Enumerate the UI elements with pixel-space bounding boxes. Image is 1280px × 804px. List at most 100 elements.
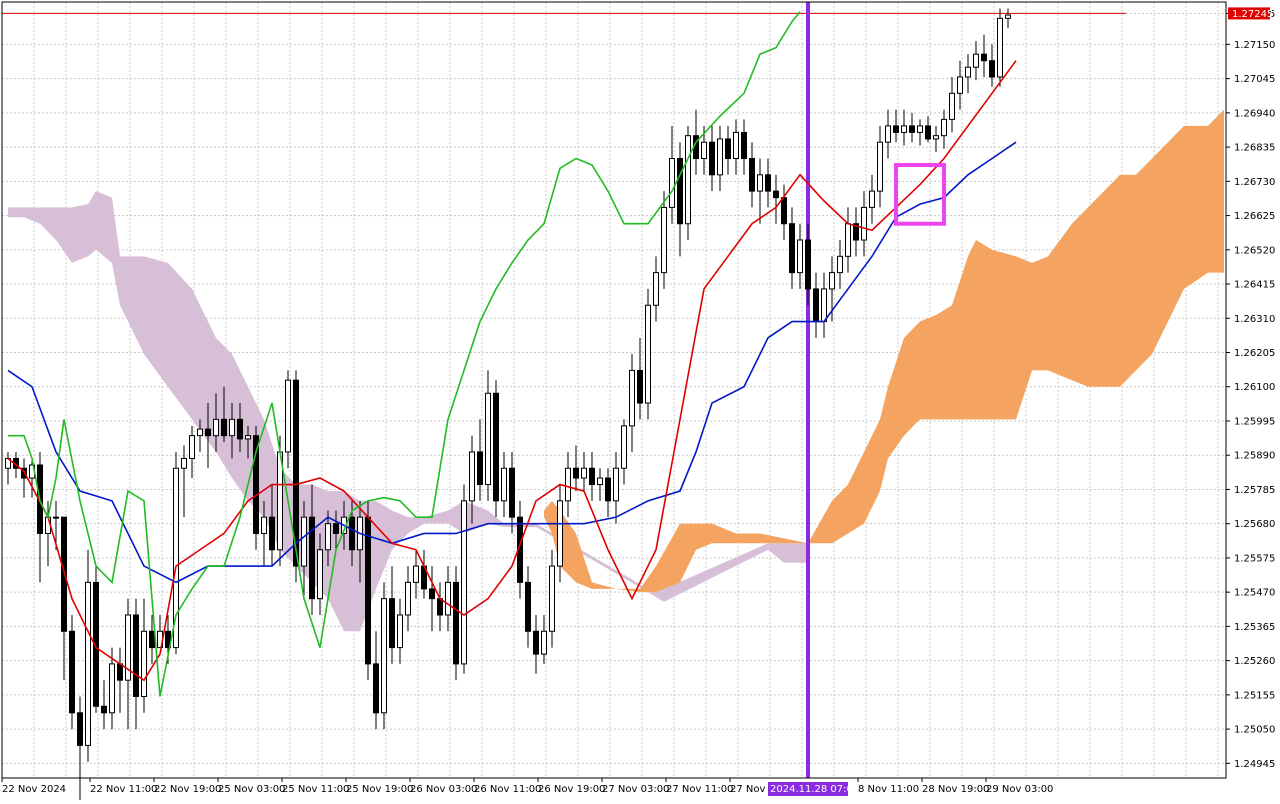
time-tick-label: 22 Nov 11:00 bbox=[90, 784, 157, 795]
price-tick-label: 1.25155 bbox=[1234, 690, 1275, 701]
candle-body-bullish bbox=[885, 125, 891, 143]
candle bbox=[453, 566, 459, 681]
candle bbox=[949, 76, 955, 133]
candle-body-bullish bbox=[965, 66, 971, 78]
price-tick-label: 1.27150 bbox=[1234, 40, 1275, 51]
time-tick-label: 27 Nov 11:00 bbox=[666, 784, 733, 795]
time-axis: 22 Nov 2024 22 Nov 11:0022 Nov 19:0025 No… bbox=[1, 778, 1053, 796]
candle bbox=[629, 354, 635, 452]
candle bbox=[437, 582, 443, 632]
candle bbox=[493, 380, 499, 518]
candle bbox=[653, 256, 659, 322]
time-tick-label: 28 Nov 19:00 bbox=[922, 784, 989, 795]
candle-body-bullish bbox=[413, 565, 419, 583]
candle-body-bullish bbox=[381, 598, 387, 714]
candle-body-bearish bbox=[893, 125, 899, 133]
candle bbox=[757, 158, 763, 224]
candle bbox=[877, 125, 883, 208]
price-tick-label: 1.27045 bbox=[1234, 74, 1275, 85]
candle-body-bearish bbox=[789, 223, 795, 274]
time-tick-label: 26 Nov 19:00 bbox=[538, 784, 605, 795]
candle bbox=[93, 566, 99, 713]
time-tick-label: 26 Nov 11:00 bbox=[474, 784, 541, 795]
candle-body-bullish bbox=[829, 272, 835, 290]
candle bbox=[37, 451, 43, 583]
candle-body-bullish bbox=[141, 630, 147, 697]
candle bbox=[973, 41, 979, 81]
vertical-line-label: 2024.11.28 07:00 bbox=[770, 784, 859, 795]
candle-body-bearish bbox=[77, 712, 83, 746]
candle-body-bullish bbox=[845, 223, 851, 257]
ichimoku-chart[interactable]: 1.27245 1.27150 1.27045 1.26940 1.26835 1.267… bbox=[0, 0, 1280, 804]
candle bbox=[773, 174, 779, 224]
candle-body-bearish bbox=[389, 598, 395, 649]
candle bbox=[381, 582, 387, 730]
candle bbox=[549, 549, 555, 648]
candle-body-bullish bbox=[645, 304, 651, 404]
price-tick-label: 1.26940 bbox=[1234, 108, 1275, 119]
candle-body-bearish bbox=[989, 60, 995, 78]
candle-body-bullish bbox=[877, 141, 883, 192]
highlight-rectangle[interactable] bbox=[894, 163, 946, 226]
highlight-layer bbox=[894, 163, 946, 226]
candle bbox=[373, 631, 379, 730]
candle-body-bullish bbox=[285, 379, 291, 453]
candle-body-bearish bbox=[605, 477, 611, 502]
candle-body-bullish bbox=[229, 418, 235, 437]
candle bbox=[285, 370, 291, 469]
candle-body-bullish bbox=[197, 428, 203, 437]
candle-body-bearish bbox=[709, 141, 715, 176]
candle bbox=[813, 272, 819, 338]
candle-body-bullish bbox=[797, 239, 803, 274]
chart-canvas[interactable]: 1.27245 1.27150 1.27045 1.26940 1.26835 1.267… bbox=[0, 0, 1280, 804]
candle bbox=[597, 468, 603, 501]
candle-body-bullish bbox=[581, 467, 587, 479]
time-tick-label: 25 Nov 19:00 bbox=[346, 784, 413, 795]
candle-body-bearish bbox=[589, 467, 595, 486]
candle-body-bullish bbox=[189, 435, 195, 459]
candle-body-bullish bbox=[181, 457, 187, 469]
candle-body-bearish bbox=[429, 588, 435, 600]
candle-body-bearish bbox=[637, 369, 643, 404]
candle bbox=[917, 119, 923, 146]
candle-body-bearish bbox=[221, 418, 227, 437]
candle-body-bearish bbox=[765, 174, 771, 192]
candle-body-bearish bbox=[781, 197, 787, 225]
candle-body-bullish bbox=[597, 477, 603, 486]
candle bbox=[677, 142, 683, 257]
candle-body-bullish bbox=[557, 500, 563, 567]
candle-body-bearish bbox=[133, 614, 139, 697]
candle bbox=[909, 112, 915, 143]
price-tick-label: 1.25050 bbox=[1234, 725, 1275, 736]
candle-body-bearish bbox=[101, 705, 107, 714]
candle bbox=[661, 191, 667, 289]
candle bbox=[941, 109, 947, 149]
candle bbox=[749, 142, 755, 208]
candle-body-bearish bbox=[725, 138, 731, 160]
candle-body-bearish bbox=[117, 663, 123, 681]
price-axis: 1.27245 1.27150 1.27045 1.26940 1.26835 1.267… bbox=[1226, 7, 1275, 770]
candle bbox=[101, 680, 107, 730]
candle bbox=[965, 54, 971, 94]
candle bbox=[589, 451, 595, 501]
candle bbox=[821, 272, 827, 338]
candle-body-bearish bbox=[269, 516, 275, 551]
candle-body-bearish bbox=[741, 131, 747, 160]
candle bbox=[997, 8, 1003, 87]
candle bbox=[21, 458, 27, 498]
price-tick-label: 1.26835 bbox=[1234, 143, 1275, 154]
candle-body-bearish bbox=[333, 523, 339, 534]
candle-body-bearish bbox=[813, 288, 819, 323]
candle-body-bullish bbox=[53, 516, 59, 519]
candle-body-bearish bbox=[533, 630, 539, 655]
candle-body-bearish bbox=[69, 630, 75, 714]
price-tick-label: 1.25260 bbox=[1234, 656, 1275, 667]
time-tick-label: 22 Nov 19:00 bbox=[154, 784, 221, 795]
candle bbox=[837, 240, 843, 289]
candle bbox=[685, 125, 691, 241]
candle bbox=[869, 174, 875, 224]
candle-body-bullish bbox=[469, 451, 475, 502]
price-tick-label: 1.26310 bbox=[1234, 314, 1275, 325]
time-tick-label: 29 Nov 03:00 bbox=[986, 784, 1053, 795]
time-tick-label: 25 Nov 11:00 bbox=[282, 784, 349, 795]
